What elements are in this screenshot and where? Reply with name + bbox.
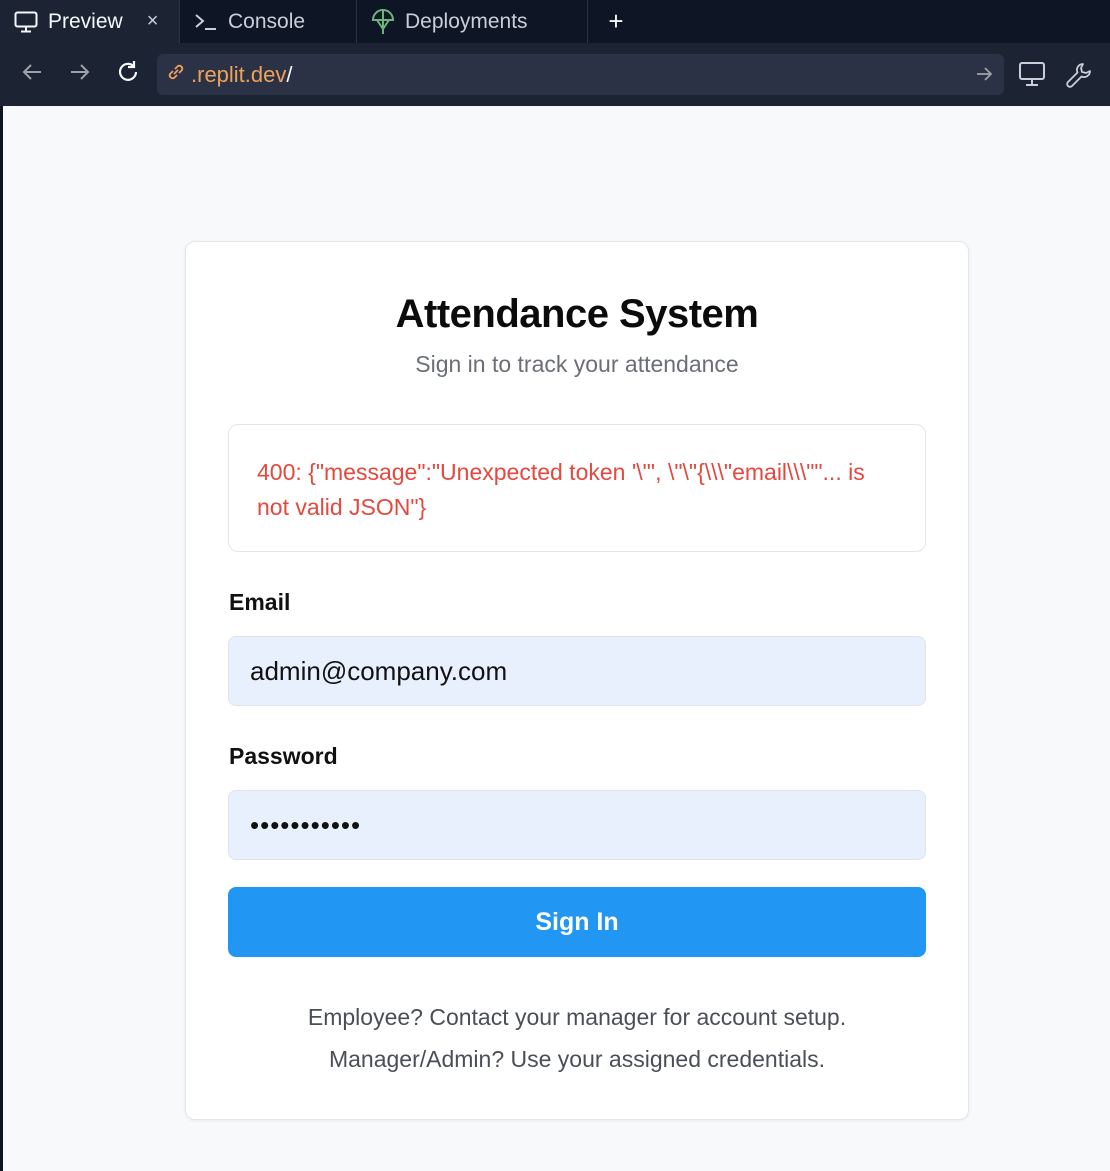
page-subtitle: Sign in to track your attendance [415, 351, 739, 377]
add-tab-button[interactable]: + [588, 0, 644, 43]
url-text: .replit.dev/ [191, 62, 293, 88]
tab-preview[interactable]: Preview × [0, 0, 180, 43]
login-card: Attendance System Sign in to track your … [185, 241, 969, 1120]
password-field[interactable]: ••••••••••• [228, 790, 926, 860]
help-text-manager: Manager/Admin? Use your assigned credent… [328, 1046, 826, 1072]
page-title: Attendance System [395, 292, 759, 336]
link-icon [165, 61, 187, 88]
back-button[interactable] [8, 55, 56, 95]
email-field[interactable]: admin@company.com [228, 636, 926, 706]
password-label: Password [229, 743, 338, 769]
url-field[interactable]: .replit.dev/ [157, 54, 1004, 95]
device-preview-icon[interactable] [1018, 61, 1046, 92]
tab-deployments-label: Deployments [405, 9, 528, 33]
forward-button[interactable] [56, 55, 104, 95]
url-path: / [286, 61, 293, 87]
wrench-icon[interactable] [1065, 61, 1093, 94]
arrow-right-icon [69, 62, 91, 87]
close-icon[interactable]: × [147, 10, 159, 33]
tab-deployments[interactable]: Deployments [357, 0, 588, 43]
arrow-left-icon [21, 62, 43, 87]
preview-page: Attendance System Sign in to track your … [3, 106, 1110, 1171]
email-label: Email [229, 589, 291, 615]
url-host: .replit.dev [191, 61, 287, 87]
deployments-icon [371, 8, 395, 35]
go-icon[interactable] [974, 64, 994, 89]
sign-in-button[interactable]: Sign In [228, 887, 926, 957]
address-bar: .replit.dev/ [0, 43, 1110, 106]
terminal-icon [194, 12, 218, 32]
tab-bar: Preview × Console Deployments + [0, 0, 1110, 43]
monitor-icon [14, 11, 38, 33]
help-text-employee: Employee? Contact your manager for accou… [307, 1004, 847, 1030]
error-alert: 400: {"message":"Unexpected token '\"', … [228, 424, 926, 552]
error-message: 400: {"message":"Unexpected token '\"', … [257, 459, 865, 520]
tab-console-label: Console [228, 9, 306, 33]
tab-preview-label: Preview [48, 9, 123, 33]
reload-button[interactable] [104, 55, 152, 95]
reload-icon [115, 59, 141, 90]
tab-console[interactable]: Console [180, 0, 357, 43]
